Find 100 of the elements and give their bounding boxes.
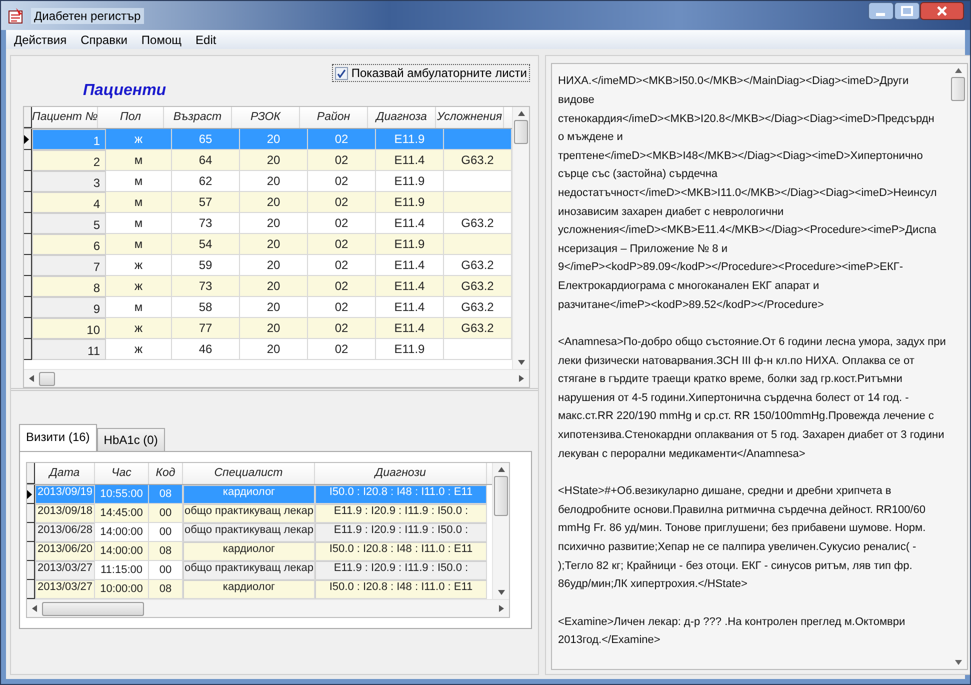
table-cell: общо практикуващ лекар: [183, 504, 315, 524]
tab[interactable]: HbA1c (0): [96, 428, 165, 452]
tab[interactable]: Визити (16): [19, 424, 97, 452]
row-header[interactable]: [24, 297, 32, 318]
scroll-down-icon[interactable]: [498, 590, 504, 596]
table-cell: 08: [149, 542, 183, 562]
table-cell: 08: [149, 580, 183, 600]
table-cell: E11.4: [376, 276, 444, 298]
table-cell: E11.9 : I20.9 : I11.9 : I50.0 :: [315, 523, 487, 542]
row-header[interactable]: [27, 542, 35, 562]
menu-item[interactable]: Помощ: [141, 32, 182, 47]
column-header[interactable]: Код: [149, 463, 183, 484]
column-header[interactable]: Час: [95, 463, 149, 484]
table-row[interactable]: 2 м 64 20 02 E11.4 G63.2: [24, 150, 512, 172]
horizontal-scrollbar[interactable]: [24, 369, 529, 388]
row-header[interactable]: [24, 129, 32, 150]
table-row[interactable]: 10 ж 77 20 02 E11.4 G63.2: [24, 318, 512, 340]
row-header[interactable]: [24, 318, 32, 340]
document-paragraph: <Examine>Личен лекар: д-р ??? .На контролен преглед м.Октомври 2013год.</Examine>: [558, 614, 906, 648]
scroll-up-icon[interactable]: [954, 68, 962, 74]
vertical-scrollbar[interactable]: [492, 463, 509, 600]
menu-item[interactable]: Справки: [80, 32, 128, 47]
table-cell: ж: [106, 129, 172, 150]
scroll-thumb[interactable]: [39, 372, 55, 386]
show-sheets-checkbox[interactable]: Показвай амбулаторните листи: [332, 64, 530, 82]
table-cell: 64: [172, 150, 240, 172]
table-cell: 5: [32, 213, 106, 234]
table-row[interactable]: 11 ж 46 20 02 E11.9: [24, 339, 512, 360]
row-header[interactable]: [27, 523, 35, 542]
scroll-left-icon[interactable]: [32, 605, 37, 612]
column-header[interactable]: Диагнози: [315, 463, 487, 484]
table-cell: 54: [172, 234, 240, 256]
scroll-right-icon[interactable]: [499, 605, 504, 612]
scroll-thumb[interactable]: [494, 476, 508, 516]
table-cell: 20: [240, 318, 308, 340]
scroll-left-icon[interactable]: [29, 375, 34, 382]
row-header[interactable]: [27, 485, 35, 504]
row-header[interactable]: [27, 580, 35, 600]
table-cell: 73: [172, 276, 240, 298]
table-cell: E11.9 : I20.9 : I11.9 : I50.0 :: [315, 561, 487, 580]
table-cell: 65: [172, 129, 240, 150]
table-row[interactable]: 2013/03/27 11:15:00 00 общо практикуващ лекар E11.9 : I20.9 : I11.9 : I50.0 :: [27, 561, 492, 580]
table-row[interactable]: 2013/09/18 14:45:00 00 общо практикуващ лекар E11.9 : I20.9 : I11.9 : I50.0 :: [27, 504, 492, 524]
table-row[interactable]: 2013/06/28 14:00:00 00 общо практикуващ лекар E11.9 : I20.9 : I11.9 : I50.0 :: [27, 523, 492, 542]
scroll-right-icon[interactable]: [519, 375, 524, 382]
table-row[interactable]: 2013/06/20 14:00:00 08 кардиолог I50.0 : I20.8 : I48 : I11.0 : E11: [27, 542, 492, 562]
table-cell: 57: [172, 192, 240, 214]
menu-item[interactable]: Edit: [196, 32, 216, 47]
table-row[interactable]: 6 м 54 20 02 E11.9: [24, 234, 512, 256]
column-header[interactable]: Район: [300, 107, 368, 128]
row-header[interactable]: [24, 150, 32, 172]
column-header[interactable]: Специалист: [183, 463, 315, 484]
row-header[interactable]: [24, 255, 32, 276]
scroll-thumb[interactable]: [951, 77, 966, 102]
table-cell: E11.9: [376, 234, 444, 256]
menu-item[interactable]: Действия: [14, 32, 67, 47]
scroll-thumb[interactable]: [42, 602, 144, 616]
scroll-down-icon[interactable]: [518, 360, 524, 366]
table-row[interactable]: 8 ж 73 20 02 E11.4 G63.2: [24, 276, 512, 298]
close-icon[interactable]: [920, 2, 964, 20]
column-header[interactable]: Възраст: [164, 107, 232, 128]
scroll-up-icon[interactable]: [498, 467, 504, 472]
table-cell: 20: [240, 339, 308, 360]
column-header[interactable]: Усложнения: [436, 107, 504, 128]
patients-heading: Пациенти: [83, 82, 166, 100]
row-header[interactable]: [24, 339, 32, 360]
row-pointer-icon: [27, 490, 32, 499]
scroll-thumb[interactable]: [514, 120, 528, 144]
corner-header[interactable]: [24, 107, 32, 128]
column-header[interactable]: Дата: [35, 463, 95, 484]
table-cell: G63.2: [444, 318, 512, 340]
row-header[interactable]: [27, 504, 35, 524]
row-header[interactable]: [24, 276, 32, 298]
scroll-down-icon[interactable]: [954, 660, 962, 665]
column-header[interactable]: Пациент №: [32, 107, 98, 128]
scroll-up-icon[interactable]: [518, 111, 524, 116]
row-header[interactable]: [24, 192, 32, 214]
corner-header[interactable]: [27, 463, 35, 484]
table-cell: м: [106, 234, 172, 256]
vertical-scrollbar[interactable]: [512, 107, 529, 370]
table-cell: общо практикуващ лекар: [183, 561, 315, 580]
maximize-icon[interactable]: [894, 2, 920, 20]
table-row[interactable]: 4 м 57 20 02 E11.9: [24, 192, 512, 214]
column-header[interactable]: РЗОК: [232, 107, 300, 128]
table-cell: 2013/06/28: [35, 523, 95, 542]
checkbox-icon[interactable]: [335, 66, 348, 80]
window-title: Диабетен регистър: [31, 8, 144, 24]
table-row[interactable]: 2013/03/27 10:00:00 08 кардиолог I50.0 : I20.8 : I48 : I11.0 : E11: [27, 580, 492, 600]
table-cell: 02: [308, 276, 376, 298]
row-header[interactable]: [24, 171, 32, 192]
horizontal-scrollbar[interactable]: [27, 599, 509, 618]
column-header[interactable]: Пол: [98, 107, 164, 128]
minimize-icon[interactable]: [868, 2, 894, 20]
column-header[interactable]: Диагноза: [368, 107, 436, 128]
row-header[interactable]: [24, 234, 32, 256]
row-header[interactable]: [24, 213, 32, 234]
row-header[interactable]: [27, 561, 35, 580]
app-icon: [7, 6, 25, 25]
table-cell: E11.9: [376, 129, 444, 150]
table-cell: 20: [240, 129, 308, 150]
